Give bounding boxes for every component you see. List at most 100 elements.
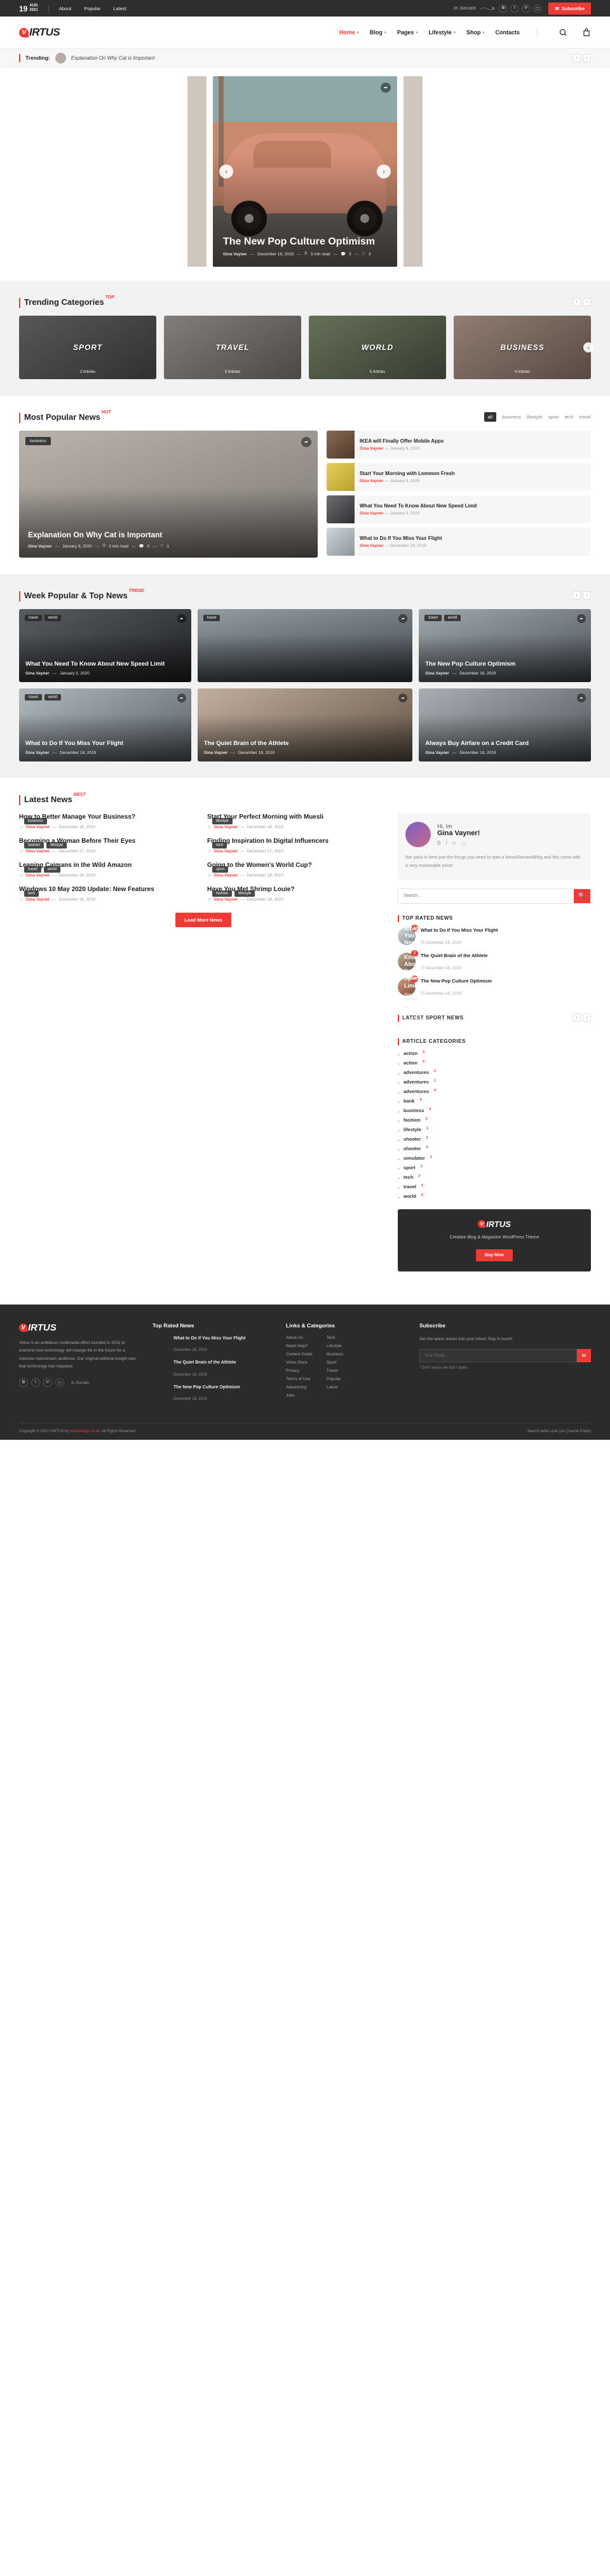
instagram-icon[interactable]: ▢ — [461, 840, 466, 847]
filter-sport[interactable]: sport — [548, 414, 559, 420]
copyright-link[interactable]: WebDesign.co.uk — [70, 1430, 100, 1433]
post-author[interactable]: Gina Vayner — [425, 671, 449, 676]
share-icon[interactable]: ➦ — [177, 694, 186, 702]
category-carousel-next[interactable]: › — [583, 342, 593, 352]
list-item[interactable]: fashion 3 — [398, 1117, 591, 1123]
week-post-card[interactable]: ➦ The Quiet Brain of the Athlete Gina Va… — [197, 688, 413, 761]
trending-next-button[interactable]: › — [583, 53, 591, 62]
twitter-icon[interactable]: 𝐁 — [437, 840, 441, 847]
footer-link[interactable]: Content Guide — [286, 1352, 313, 1357]
search-icon[interactable] — [559, 28, 567, 37]
topbar-link-popular[interactable]: Popular — [84, 6, 100, 11]
footer-link[interactable]: Need Help? — [286, 1344, 313, 1348]
list-item[interactable]: world 5 — [398, 1193, 591, 1199]
latest-sport-next-button[interactable]: › — [583, 1013, 591, 1022]
filter-all[interactable]: all — [484, 412, 497, 422]
week-post-card[interactable]: travel world ➦ The New Pop Culture Optimi… — [419, 609, 591, 682]
list-item[interactable]: adventures 1 — [398, 1079, 591, 1085]
week-post-card[interactable]: ➦ Always Buy Airfare on a Credit Card Gi… — [419, 688, 591, 761]
list-item[interactable]: bank 4 — [398, 1098, 591, 1104]
footer-link[interactable]: About Us — [286, 1336, 313, 1340]
share-icon[interactable]: ➦ — [381, 83, 391, 93]
week-post-card[interactable]: travel world ➦ What You Need To Know Abou… — [19, 609, 191, 682]
post-card[interactable]: tech Finding Inspiration In Digital Infl… — [207, 837, 388, 854]
post-card[interactable]: sport Going to the Women's World Cup? ☺G… — [207, 861, 388, 878]
buy-now-button[interactable]: Buy Now — [476, 1249, 513, 1261]
post-card[interactable]: tech Windows 10 May 2020 Update: New Fea… — [19, 885, 200, 902]
twitter-icon[interactable]: 𝐁 — [19, 1378, 28, 1388]
list-item[interactable]: action 6 — [398, 1060, 591, 1066]
instagram-icon[interactable]: ▢ — [533, 4, 542, 13]
footer-link[interactable]: Advertising — [286, 1385, 313, 1390]
post-author[interactable]: Gina Vayner — [214, 873, 238, 878]
footer-news-item[interactable]: What to Do If You Miss Your Flight Decemb… — [152, 1336, 273, 1354]
post-card[interactable]: travelworld Leaping Caimans in the Wild … — [19, 861, 200, 878]
search-button[interactable]: 🔍 — [574, 889, 590, 903]
list-item[interactable]: shooter 2 — [398, 1136, 591, 1142]
post-card[interactable]: lifestyle Start Your Perfect Morning wit… — [207, 813, 388, 829]
post-author[interactable]: Gina Vayner — [214, 897, 238, 902]
list-item[interactable]: tech 2 — [398, 1174, 591, 1180]
list-item[interactable]: simulator 1 — [398, 1155, 591, 1161]
instagram-icon[interactable]: ▢ — [55, 1378, 64, 1388]
list-item[interactable]: adventures 4 — [398, 1089, 591, 1094]
week-next-button[interactable]: › — [583, 591, 591, 600]
filter-business[interactable]: business — [502, 414, 521, 420]
trending-prev-button[interactable]: ‹ — [573, 53, 581, 62]
search-input[interactable] — [398, 889, 574, 903]
footer-news-item[interactable]: The Quiet Brain of the Athlete December 1… — [152, 1360, 273, 1378]
post-author[interactable]: Gina Vayner — [214, 825, 238, 829]
category-card[interactable]: TRAVEL 5 Articles — [164, 316, 301, 379]
post-author[interactable]: Gina Vayner — [26, 897, 50, 902]
footer-link[interactable]: Terms of Use — [286, 1377, 313, 1381]
list-item[interactable]: What You Need To Know About New Speed Li… — [327, 495, 591, 523]
post-author[interactable]: Gina Vayner — [214, 849, 238, 854]
post-author[interactable]: Gina Vayner — [360, 544, 384, 548]
footer-link[interactable]: Travel — [327, 1369, 343, 1373]
nav-item-lifestyle[interactable]: Lifestyle ▾ — [428, 29, 456, 36]
post-author[interactable]: Gina Vayner — [360, 479, 384, 483]
latest-sport-prev-button[interactable]: ‹ — [573, 1013, 581, 1022]
list-item[interactable]: lifestyle 3 — [398, 1127, 591, 1132]
list-item[interactable]: IKEA will Finally Offer Mobile Apps Gina… — [327, 431, 591, 459]
categories-prev-button[interactable]: ‹ — [573, 298, 581, 306]
footer-link[interactable]: Privacy — [286, 1369, 313, 1373]
post-author[interactable]: Gina Vayner — [26, 873, 50, 878]
hero-next-button[interactable]: › — [377, 164, 391, 178]
twitter-icon[interactable]: 𝐁 — [499, 4, 508, 13]
site-logo[interactable]: V IRTUS — [19, 26, 60, 39]
nav-item-blog[interactable]: Blog ▾ — [370, 29, 386, 36]
topbar-link-about[interactable]: About — [59, 6, 72, 11]
nav-item-contacts[interactable]: Contacts — [495, 29, 520, 36]
footer-link[interactable]: Tech — [327, 1336, 343, 1340]
footer-link[interactable]: Jobs — [286, 1393, 313, 1398]
post-card[interactable]: fashionlifestyle Have You Met Shrimp Lou… — [207, 885, 388, 902]
filter-lifestyle[interactable]: lifestyle — [527, 414, 543, 420]
post-author[interactable]: Gina Vayner — [26, 849, 50, 854]
footer-link[interactable]: Lifestyle — [327, 1344, 343, 1348]
category-card[interactable]: SPORT 2 Articles — [19, 316, 156, 379]
share-icon[interactable]: ➦ — [577, 614, 586, 623]
linkedin-icon[interactable]: in — [452, 840, 456, 847]
subscribe-submit-button[interactable]: ✉ — [577, 1348, 591, 1362]
topbar-link-latest[interactable]: Latest — [113, 6, 126, 11]
week-post-card[interactable]: travel world ➦ What to Do If You Miss You… — [19, 688, 191, 761]
share-icon[interactable]: ➦ — [177, 614, 186, 623]
pinterest-icon[interactable]: P — [43, 1378, 52, 1388]
top-rated-item[interactable]: 1 What to Do If You Miss Your Flight ⏱ De… — [398, 924, 591, 947]
facebook-icon[interactable]: f — [31, 1378, 40, 1388]
nav-item-pages[interactable]: Pages ▾ — [397, 29, 418, 36]
post-author[interactable]: Gina Vayner — [425, 751, 449, 755]
subscribe-button[interactable]: ✉ Subscribe — [548, 2, 591, 15]
footer-link[interactable]: Sport — [327, 1360, 343, 1365]
load-more-button[interactable]: Load More News — [175, 913, 231, 927]
filter-tech[interactable]: tech — [564, 414, 573, 420]
footer-link[interactable]: Virtus Store — [286, 1360, 313, 1365]
list-item[interactable]: What to Do If You Miss Your Flight Gina … — [327, 528, 591, 556]
trending-title[interactable]: Explanation On Why Cat is Important — [71, 55, 155, 61]
nav-item-shop[interactable]: Shop ▾ — [466, 29, 485, 36]
footer-news-item[interactable]: The New Pop Culture Optimism December 18,… — [152, 1385, 273, 1403]
post-author[interactable]: Gina Vayner — [360, 511, 384, 516]
post-author[interactable]: Gina Vayner — [26, 825, 50, 829]
nav-item-home[interactable]: Home ▾ — [339, 29, 359, 36]
